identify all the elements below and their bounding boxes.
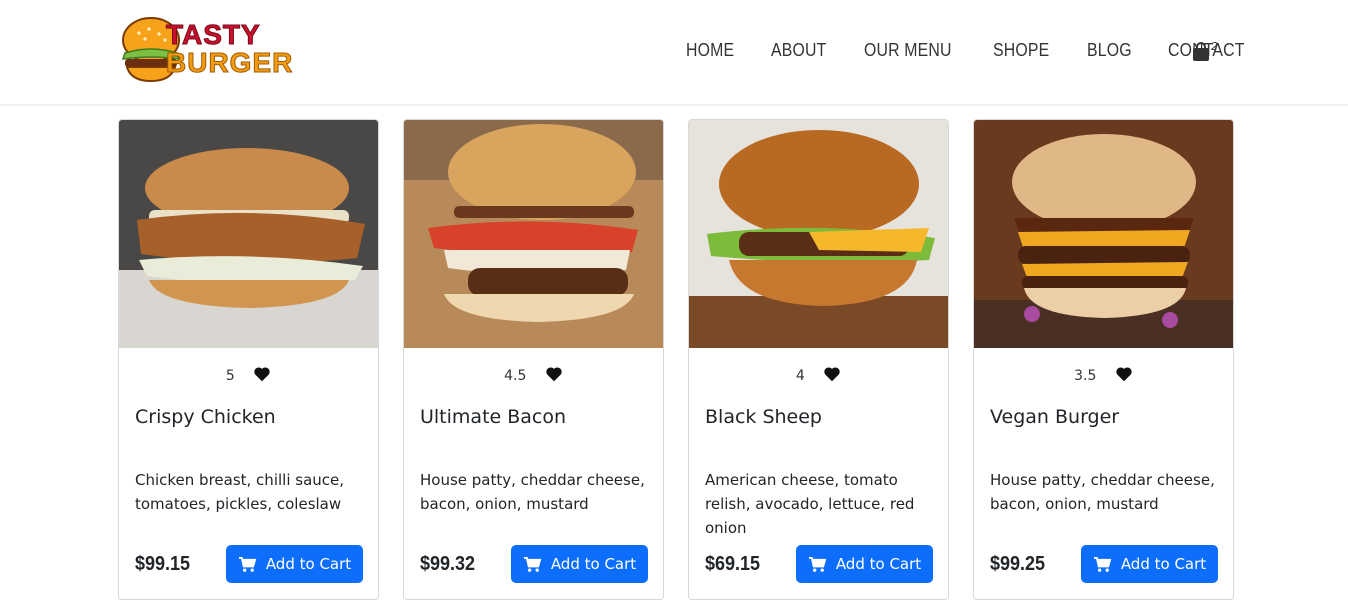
rating: 5 [119,366,378,384]
brand-line2: BURGER [165,47,294,78]
rating: 4.5 [404,366,663,384]
product-title: Crispy Chicken [135,406,276,428]
rating-value: 3.5 [1074,368,1097,384]
heart-icon[interactable] [823,366,841,382]
add-to-cart-label: Add to Cart [835,555,922,573]
nav-our-menu[interactable]: OUR MENU [864,40,952,61]
rating-value: 5 [225,368,235,384]
nav-home[interactable]: HOME [686,40,734,61]
product-image-crispy-chicken [119,120,378,348]
add-to-cart-button[interactable]: Add to Cart [511,545,648,583]
product-title: Black Sheep [705,406,822,428]
shopping-bag-icon [1193,42,1209,61]
product-image-ultimate-bacon [404,120,663,348]
rating: 4 [689,366,948,384]
product-description: American cheese, tomato relish, avocado,… [705,471,915,537]
product-title: Ultimate Bacon [420,406,567,428]
product-image-black-sheep [689,120,948,348]
product-price: $99.15 [135,553,191,575]
product-price: $99.25 [990,553,1046,575]
brand-logo[interactable]: TASTY BURGER [121,15,303,89]
product-card: 4 Black Sheep American cheese, tomato re… [688,119,949,600]
add-to-cart-button[interactable]: Add to Cart [1081,545,1218,583]
heart-icon[interactable] [253,366,271,382]
heart-icon[interactable] [1115,366,1133,382]
rating-value: 4 [795,368,805,384]
cart-icon [1093,556,1112,572]
site-header: TASTY BURGER HOME ABOUT OUR MENU SHOPE B… [0,0,1348,106]
product-description: House patty, cheddar cheese, bacon, onio… [990,471,1215,513]
product-image-vegan-burger [974,120,1233,348]
product-price: $69.15 [705,553,761,575]
brand-wordmark: TASTY BURGER [165,19,294,78]
cart-icon [238,556,257,572]
product-card: 5 Crispy Chicken Chicken breast, chilli … [118,119,379,600]
rating: 3.5 [974,366,1233,384]
product-title: Vegan Burger [990,406,1120,428]
add-to-cart-button[interactable]: Add to Cart [796,545,933,583]
product-price: $99.32 [420,553,476,575]
rating-value: 4.5 [504,368,527,384]
cart-icon [523,556,542,572]
nav-shope[interactable]: SHOPE [993,40,1049,61]
product-description: Chicken breast, chilli sauce, tomatoes, … [135,471,345,513]
add-to-cart-label: Add to Cart [1120,555,1207,573]
heart-icon[interactable] [545,366,563,382]
product-card: 3.5 Vegan Burger House patty, cheddar ch… [973,119,1234,600]
add-to-cart-label: Add to Cart [550,555,637,573]
product-card: 4.5 Ultimate Bacon House patty, cheddar … [403,119,664,600]
nav-about[interactable]: ABOUT [771,40,826,61]
add-to-cart-button[interactable]: Add to Cart [226,545,363,583]
brand-line1: TASTY [165,19,261,50]
nav-blog[interactable]: BLOG [1087,40,1132,61]
cart-icon [808,556,827,572]
cart-count-badge: 2 [1211,40,1218,53]
product-description: House patty, cheddar cheese, bacon, onio… [420,471,645,513]
cart-button[interactable]: 2 [1192,40,1222,66]
add-to-cart-label: Add to Cart [265,555,352,573]
